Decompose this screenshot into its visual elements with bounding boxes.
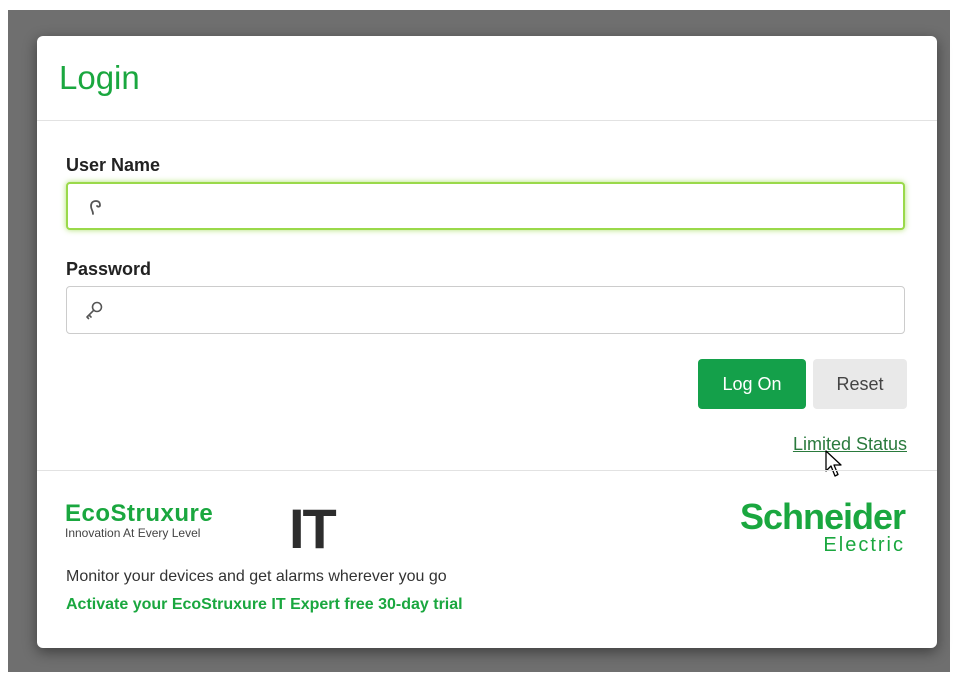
trial-link[interactable]: Activate your EcoStruxure IT Expert free…: [66, 596, 463, 614]
ecostruxure-wordmark: EcoStruxure: [65, 500, 214, 527]
password-label: Password: [66, 259, 152, 279]
username-input[interactable]: [112, 184, 895, 230]
login-dialog: Login User Name Password Log On Reset Li…: [37, 36, 937, 648]
mouse-cursor-icon: [825, 450, 842, 477]
schneider-wordmark: Schneider: [739, 496, 906, 537]
ecostruxure-it-suffix: IT: [289, 497, 337, 560]
username-field[interactable]: [66, 182, 905, 230]
electric-wordmark: Electric: [823, 534, 905, 556]
user-icon: [90, 200, 101, 215]
key-icon: [86, 301, 103, 320]
schneider-electric-logo: Schneider Electric: [739, 496, 906, 556]
dialog-title: Login: [59, 59, 140, 96]
ecostruxure-logo: EcoStruxure Innovation At Every Level IT: [65, 497, 337, 560]
log-on-button[interactable]: Log On: [698, 359, 806, 409]
password-field[interactable]: [66, 286, 905, 335]
username-label: User Name: [66, 155, 161, 175]
dialog-header: Login: [37, 36, 937, 121]
reset-button[interactable]: Reset: [813, 359, 907, 409]
limited-status-link[interactable]: Limited Status: [793, 434, 907, 455]
footer-divider: [37, 470, 937, 471]
ecostruxure-tagline: Innovation At Every Level: [65, 526, 201, 540]
password-input[interactable]: [111, 287, 896, 335]
monitor-description: Monitor your devices and get alarms wher…: [66, 568, 447, 585]
